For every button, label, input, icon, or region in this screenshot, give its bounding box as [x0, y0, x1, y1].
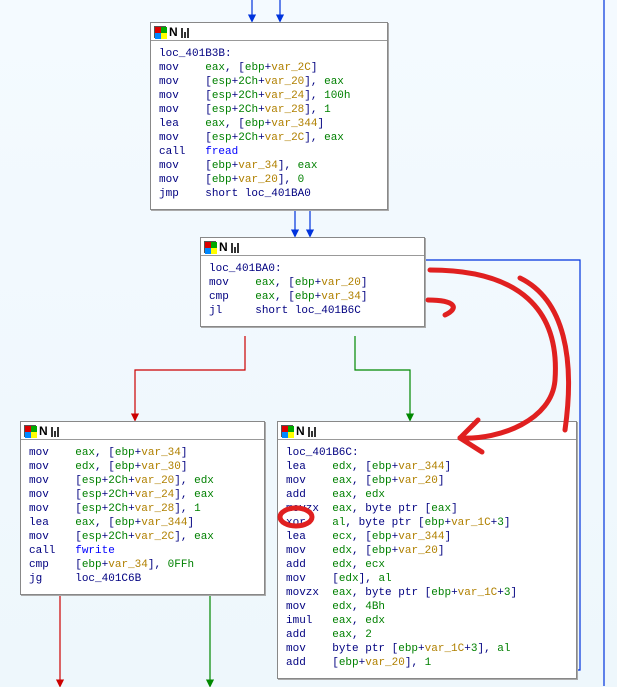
disasm-body: loc_401B6C: lea edx, [ebp+var_344] mov e… [278, 440, 576, 678]
sort-icon [231, 241, 239, 253]
node-loc-401B3B[interactable]: N loc_401B3B: mov eax, [ebp+var_2C] mov … [150, 22, 388, 210]
node-fwrite-block[interactable]: N mov eax, [ebp+var_34] mov edx, [ebp+va… [20, 421, 265, 595]
palette-icon [204, 241, 216, 253]
node-type-label: N [296, 424, 305, 438]
node-type-label: N [219, 240, 228, 254]
palette-icon [154, 26, 166, 38]
node-titlebar: N [151, 23, 387, 41]
node-titlebar: N [21, 422, 264, 440]
disasm-body: mov eax, [ebp+var_34] mov edx, [ebp+var_… [21, 440, 264, 594]
sort-icon [181, 26, 189, 38]
palette-icon [24, 425, 36, 437]
sort-icon [51, 425, 59, 437]
node-type-label: N [169, 25, 178, 39]
palette-icon [281, 425, 293, 437]
node-type-label: N [39, 424, 48, 438]
node-loc-401B6C[interactable]: N loc_401B6C: lea edx, [ebp+var_344] mov… [277, 421, 577, 679]
disasm-body: loc_401BA0: mov eax, [ebp+var_20] cmp ea… [201, 256, 424, 326]
sort-icon [308, 425, 316, 437]
node-titlebar: N [201, 238, 424, 256]
node-titlebar: N [278, 422, 576, 440]
disasm-body: loc_401B3B: mov eax, [ebp+var_2C] mov [e… [151, 41, 387, 209]
node-loc-401BA0[interactable]: N loc_401BA0: mov eax, [ebp+var_20] cmp … [200, 237, 425, 327]
